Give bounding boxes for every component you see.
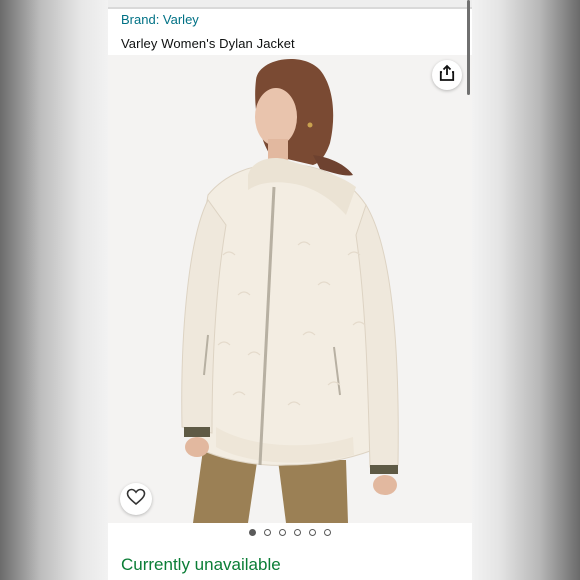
scroll-indicator[interactable] xyxy=(467,0,470,95)
product-screen: Brand: Varley Varley Women's Dylan Jacke… xyxy=(108,0,472,580)
brand-link[interactable]: Brand: Varley xyxy=(121,12,199,27)
product-title: Varley Women's Dylan Jacket xyxy=(121,36,295,51)
image-dot-1[interactable] xyxy=(249,529,256,536)
wishlist-button[interactable] xyxy=(120,483,152,515)
image-dot-2[interactable] xyxy=(264,529,271,536)
image-dot-3[interactable] xyxy=(279,529,286,536)
product-image-carousel[interactable] xyxy=(108,55,472,523)
heart-icon xyxy=(126,488,146,511)
image-dot-6[interactable] xyxy=(324,529,331,536)
share-button[interactable] xyxy=(432,60,462,90)
availability-status: Currently unavailable xyxy=(121,555,281,574)
product-image xyxy=(181,58,399,523)
image-dot-5[interactable] xyxy=(309,529,316,536)
share-icon xyxy=(438,64,456,87)
image-pagination xyxy=(108,529,472,541)
top-divider xyxy=(108,7,472,9)
image-dot-4[interactable] xyxy=(294,529,301,536)
